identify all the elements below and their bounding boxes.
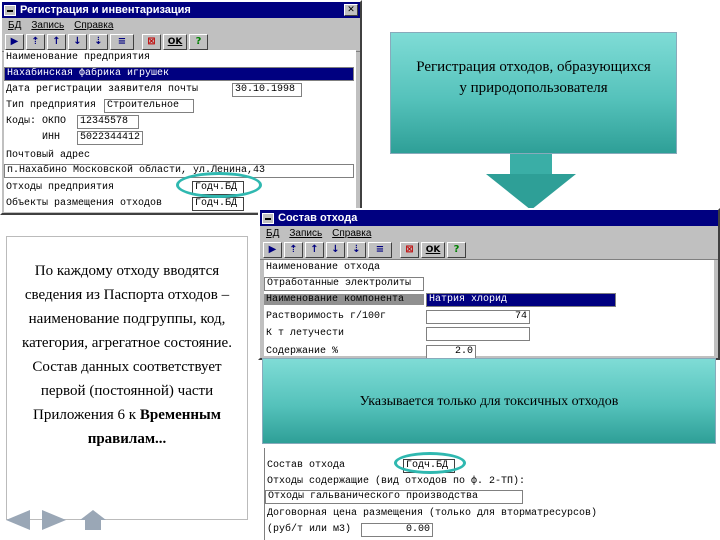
composition-menubar: БД Запись Справка [260,226,718,241]
delete-icon[interactable]: ⊠ [400,242,419,258]
ok-icon[interactable]: OK [163,34,187,50]
registration-title: Регистрация и инвентаризация [20,4,191,16]
solubility-field[interactable]: 74 [426,310,530,324]
down-arrow-head [486,174,576,210]
composition-titlebar: Состав отхода [260,210,718,226]
inn-field[interactable]: 5022344412 [77,131,143,145]
registration-titlebar: Регистрация и инвентаризация ✕ [2,2,360,18]
waste-objects-button[interactable]: Годч.БД [192,197,244,211]
close-icon[interactable]: ✕ [344,4,358,16]
price-unit-label: (руб/т или м3) [267,524,352,535]
registration-date-label: Дата регистрации заявителя почты [6,84,199,95]
composition-label: Состав отхода [267,460,346,471]
down-alt-icon[interactable]: ⇣ [347,242,366,258]
down-alt-icon[interactable]: ⇣ [89,34,108,50]
ok-icon[interactable]: OK [421,242,445,258]
registration-date-field[interactable]: 30.10.1998 [232,83,302,97]
waste-objects-label: Объекты размещения отходов [6,198,163,209]
down-arrow-icon [510,154,552,174]
component-name-label: Наименование компонента [264,294,424,305]
postal-address-label: Почтовый адрес [6,150,91,161]
postal-address-field[interactable]: п.Нахабино Московской области, ул.Ленина… [4,164,354,178]
waste-name-label: Наименование отхода [266,262,381,273]
menu-record[interactable]: Запись [31,20,64,31]
registration-menubar: БД Запись Справка [2,18,360,33]
content-field[interactable]: 2.0 [426,345,476,358]
volatility-field[interactable] [426,327,530,341]
toxic-callout: Указывается только для токсичных отходов [262,358,716,444]
component-name-field[interactable]: Натрия хлорид [426,293,616,307]
composition-window: Состав отхода БД Запись Справка ▶ ⇡ ↑ ↓ … [258,208,720,360]
composition-title: Состав отхода [278,212,358,224]
volatility-label: К т летучести [266,328,345,339]
enterprise-type-field[interactable]: Строительное [104,99,194,113]
next-slide-icon[interactable] [42,510,66,530]
delete-icon[interactable]: ⊠ [142,34,161,50]
solubility-label: Растворимость г/100г [266,311,387,322]
prev-record-icon[interactable]: ▶ [263,242,282,258]
waste-detail-form: Состав отхода Годч.БД Отходы содержащие … [264,448,716,540]
menu-db[interactable]: БД [266,228,279,239]
enterprise-type-label: Тип предприятия [6,100,97,111]
waste-name-field[interactable]: Отработанные электролиты [264,277,424,291]
up-alt-icon[interactable]: ↑ [47,34,66,50]
menu-db[interactable]: БД [8,20,21,31]
system-menu-icon[interactable] [4,4,16,16]
toxic-callout-text: Указывается только для токсичных отходов [359,394,619,409]
registration-callout-text: Регистрация отходов, образующихся у прир… [416,59,651,96]
okpo-field[interactable]: 12345578 [77,115,139,129]
home-icon[interactable] [80,510,106,530]
composition-button-highlight [394,452,466,474]
okpo-label: Коды: ОКПО [6,116,67,127]
down-icon[interactable]: ↓ [68,34,87,50]
waste-button-highlight [176,172,262,198]
content-label: Содержание % [266,346,339,357]
price-label: Договорная цена размещения (только для в… [267,508,598,519]
inn-label: ИНН [42,132,61,143]
price-field[interactable]: 0.00 [361,523,433,537]
menu-help[interactable]: Справка [332,228,371,239]
up-icon[interactable]: ⇡ [284,242,303,258]
passport-info-text: По каждому отходу вводятся сведения из П… [22,263,232,423]
composition-form: Наименование отхода Отработанные электро… [264,260,714,358]
enterprise-waste-label: Отходы предприятия [6,182,115,193]
prev-slide-icon[interactable] [6,510,30,530]
menu-help[interactable]: Справка [74,20,113,31]
enterprise-name-label: Наименование предприятия [6,52,151,63]
menu-record[interactable]: Запись [289,228,322,239]
passport-info-box: По каждому отходу вводятся сведения из П… [6,236,248,520]
up-icon[interactable]: ⇡ [26,34,45,50]
enterprise-name-field[interactable]: Нахабинская фабрика игрушек [4,67,354,81]
help-icon[interactable]: ? [189,34,208,50]
up-alt-icon[interactable]: ↑ [305,242,324,258]
system-menu-icon[interactable] [262,212,274,224]
list-icon[interactable]: ≡ [110,34,134,50]
waste-contains-label: Отходы содержащие (вид отходов по ф. 2-Т… [267,476,526,487]
help-icon[interactable]: ? [447,242,466,258]
waste-contains-field[interactable]: Отходы гальванического производства [265,490,523,504]
registration-callout: Регистрация отходов, образующихся у прир… [390,32,677,154]
down-icon[interactable]: ↓ [326,242,345,258]
list-icon[interactable]: ≡ [368,242,392,258]
composition-toolbar: ▶ ⇡ ↑ ↓ ⇣ ≡ ⊠ OK ? [260,241,718,260]
prev-record-icon[interactable]: ▶ [5,34,24,50]
